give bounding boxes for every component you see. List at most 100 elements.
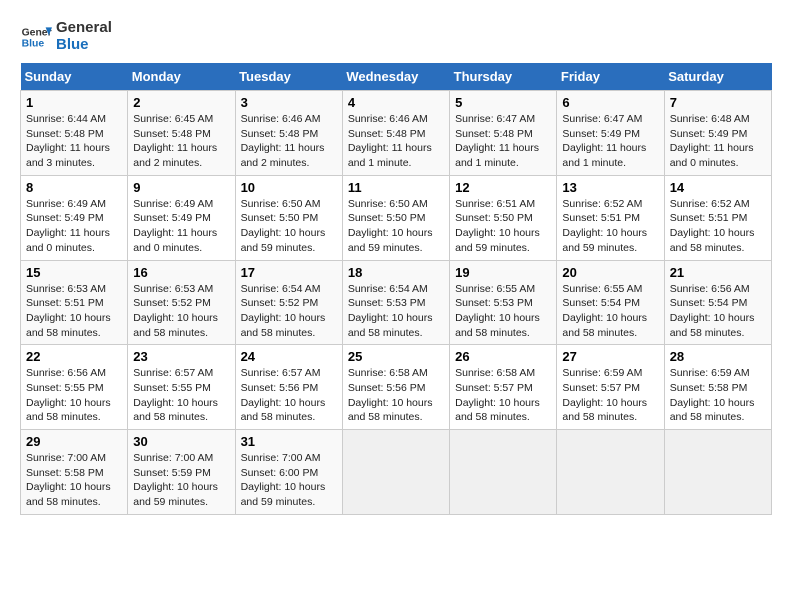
day-info: Sunrise: 6:53 AMSunset: 5:51 PMDaylight:… <box>26 282 122 341</box>
day-info: Sunrise: 6:50 AMSunset: 5:50 PMDaylight:… <box>241 197 337 256</box>
day-number: 23 <box>133 349 229 364</box>
day-info: Sunrise: 6:50 AMSunset: 5:50 PMDaylight:… <box>348 197 444 256</box>
day-info: Sunrise: 6:59 AMSunset: 5:58 PMDaylight:… <box>670 366 766 425</box>
day-number: 9 <box>133 180 229 195</box>
calendar-table: SundayMondayTuesdayWednesdayThursdayFrid… <box>20 63 772 515</box>
day-number: 28 <box>670 349 766 364</box>
calendar-cell: 9 Sunrise: 6:49 AMSunset: 5:49 PMDaylight… <box>128 175 235 260</box>
day-info: Sunrise: 6:49 AMSunset: 5:49 PMDaylight:… <box>133 197 229 256</box>
calendar-cell: 12 Sunrise: 6:51 AMSunset: 5:50 PMDayligh… <box>450 175 557 260</box>
header-wednesday: Wednesday <box>342 63 449 91</box>
calendar-cell: 19 Sunrise: 6:55 AMSunset: 5:53 PMDayligh… <box>450 260 557 345</box>
day-info: Sunrise: 6:51 AMSunset: 5:50 PMDaylight:… <box>455 197 551 256</box>
day-number: 7 <box>670 95 766 110</box>
day-number: 1 <box>26 95 122 110</box>
day-number: 13 <box>562 180 658 195</box>
day-number: 27 <box>562 349 658 364</box>
day-number: 8 <box>26 180 122 195</box>
day-info: Sunrise: 6:49 AMSunset: 5:49 PMDaylight:… <box>26 197 122 256</box>
calendar-cell: 30 Sunrise: 7:00 AMSunset: 5:59 PMDayligh… <box>128 430 235 515</box>
calendar-cell: 25 Sunrise: 6:58 AMSunset: 5:56 PMDayligh… <box>342 345 449 430</box>
calendar-week-row: 29Sunrise: 7:00 AMSunset: 5:58 PMDayligh… <box>21 430 772 515</box>
calendar-cell: 26Sunrise: 6:58 AMSunset: 5:57 PMDayligh… <box>450 345 557 430</box>
day-info: Sunrise: 6:54 AMSunset: 5:53 PMDaylight:… <box>348 282 444 341</box>
day-number: 26 <box>455 349 551 364</box>
header-tuesday: Tuesday <box>235 63 342 91</box>
day-info: Sunrise: 6:56 AMSunset: 5:55 PMDaylight:… <box>26 366 122 425</box>
calendar-cell: 5 Sunrise: 6:47 AMSunset: 5:48 PMDaylight… <box>450 91 557 176</box>
day-number: 10 <box>241 180 337 195</box>
calendar-week-row: 15Sunrise: 6:53 AMSunset: 5:51 PMDayligh… <box>21 260 772 345</box>
day-number: 6 <box>562 95 658 110</box>
header-sunday: Sunday <box>21 63 128 91</box>
calendar-cell: 6 Sunrise: 6:47 AMSunset: 5:49 PMDaylight… <box>557 91 664 176</box>
day-number: 24 <box>241 349 337 364</box>
day-info: Sunrise: 6:44 AMSunset: 5:48 PMDaylight:… <box>26 112 122 171</box>
calendar-cell: 16 Sunrise: 6:53 AMSunset: 5:52 PMDayligh… <box>128 260 235 345</box>
day-info: Sunrise: 6:59 AMSunset: 5:57 PMDaylight:… <box>562 366 658 425</box>
day-info: Sunrise: 7:00 AMSunset: 6:00 PMDaylight:… <box>241 451 337 510</box>
calendar-cell: 4Sunrise: 6:46 AMSunset: 5:48 PMDaylight… <box>342 91 449 176</box>
day-info: Sunrise: 6:45 AMSunset: 5:48 PMDaylight:… <box>133 112 229 171</box>
logo: General Blue General Blue <box>20 20 112 53</box>
day-number: 12 <box>455 180 551 195</box>
day-number: 3 <box>241 95 337 110</box>
logo-icon: General Blue <box>20 21 52 53</box>
day-info: Sunrise: 6:57 AMSunset: 5:56 PMDaylight:… <box>241 366 337 425</box>
calendar-cell: 17Sunrise: 6:54 AMSunset: 5:52 PMDayligh… <box>235 260 342 345</box>
day-info: Sunrise: 6:57 AMSunset: 5:55 PMDaylight:… <box>133 366 229 425</box>
day-info: Sunrise: 6:55 AMSunset: 5:53 PMDaylight:… <box>455 282 551 341</box>
day-number: 4 <box>348 95 444 110</box>
calendar-cell: 28 Sunrise: 6:59 AMSunset: 5:58 PMDayligh… <box>664 345 771 430</box>
calendar-cell <box>557 430 664 515</box>
day-info: Sunrise: 6:52 AMSunset: 5:51 PMDaylight:… <box>562 197 658 256</box>
day-number: 17 <box>241 265 337 280</box>
calendar-cell: 3 Sunrise: 6:46 AMSunset: 5:48 PMDaylight… <box>235 91 342 176</box>
calendar-cell: 11Sunrise: 6:50 AMSunset: 5:50 PMDayligh… <box>342 175 449 260</box>
day-number: 2 <box>133 95 229 110</box>
calendar-cell: 10 Sunrise: 6:50 AMSunset: 5:50 PMDayligh… <box>235 175 342 260</box>
svg-text:Blue: Blue <box>22 38 45 49</box>
day-info: Sunrise: 6:46 AMSunset: 5:48 PMDaylight:… <box>241 112 337 171</box>
day-number: 25 <box>348 349 444 364</box>
header-thursday: Thursday <box>450 63 557 91</box>
calendar-cell: 24 Sunrise: 6:57 AMSunset: 5:56 PMDayligh… <box>235 345 342 430</box>
day-number: 18 <box>348 265 444 280</box>
calendar-cell: 22 Sunrise: 6:56 AMSunset: 5:55 PMDayligh… <box>21 345 128 430</box>
calendar-week-row: 8 Sunrise: 6:49 AMSunset: 5:49 PMDaylight… <box>21 175 772 260</box>
day-info: Sunrise: 6:58 AMSunset: 5:56 PMDaylight:… <box>348 366 444 425</box>
header: General Blue General Blue <box>20 20 772 53</box>
day-info: Sunrise: 6:47 AMSunset: 5:48 PMDaylight:… <box>455 112 551 171</box>
day-number: 22 <box>26 349 122 364</box>
calendar-cell: 18 Sunrise: 6:54 AMSunset: 5:53 PMDayligh… <box>342 260 449 345</box>
calendar-week-row: 22 Sunrise: 6:56 AMSunset: 5:55 PMDayligh… <box>21 345 772 430</box>
header-friday: Friday <box>557 63 664 91</box>
day-info: Sunrise: 6:48 AMSunset: 5:49 PMDaylight:… <box>670 112 766 171</box>
calendar-cell: 14Sunrise: 6:52 AMSunset: 5:51 PMDayligh… <box>664 175 771 260</box>
day-info: Sunrise: 6:55 AMSunset: 5:54 PMDaylight:… <box>562 282 658 341</box>
header-saturday: Saturday <box>664 63 771 91</box>
calendar-cell: 21Sunrise: 6:56 AMSunset: 5:54 PMDayligh… <box>664 260 771 345</box>
day-number: 5 <box>455 95 551 110</box>
calendar-cell: 20 Sunrise: 6:55 AMSunset: 5:54 PMDayligh… <box>557 260 664 345</box>
day-info: Sunrise: 6:53 AMSunset: 5:52 PMDaylight:… <box>133 282 229 341</box>
calendar-cell: 2 Sunrise: 6:45 AMSunset: 5:48 PMDaylight… <box>128 91 235 176</box>
day-number: 19 <box>455 265 551 280</box>
day-number: 31 <box>241 434 337 449</box>
calendar-cell: 23 Sunrise: 6:57 AMSunset: 5:55 PMDayligh… <box>128 345 235 430</box>
day-number: 20 <box>562 265 658 280</box>
calendar-header-row: SundayMondayTuesdayWednesdayThursdayFrid… <box>21 63 772 91</box>
day-info: Sunrise: 6:47 AMSunset: 5:49 PMDaylight:… <box>562 112 658 171</box>
day-info: Sunrise: 7:00 AMSunset: 5:59 PMDaylight:… <box>133 451 229 510</box>
day-number: 16 <box>133 265 229 280</box>
header-monday: Monday <box>128 63 235 91</box>
calendar-cell: 27 Sunrise: 6:59 AMSunset: 5:57 PMDayligh… <box>557 345 664 430</box>
calendar-cell: 15Sunrise: 6:53 AMSunset: 5:51 PMDayligh… <box>21 260 128 345</box>
calendar-cell: 13 Sunrise: 6:52 AMSunset: 5:51 PMDayligh… <box>557 175 664 260</box>
calendar-week-row: 1 Sunrise: 6:44 AMSunset: 5:48 PMDaylight… <box>21 91 772 176</box>
day-number: 30 <box>133 434 229 449</box>
calendar-cell: 1 Sunrise: 6:44 AMSunset: 5:48 PMDaylight… <box>21 91 128 176</box>
calendar-cell: 29Sunrise: 7:00 AMSunset: 5:58 PMDayligh… <box>21 430 128 515</box>
calendar-cell <box>664 430 771 515</box>
calendar-cell <box>342 430 449 515</box>
